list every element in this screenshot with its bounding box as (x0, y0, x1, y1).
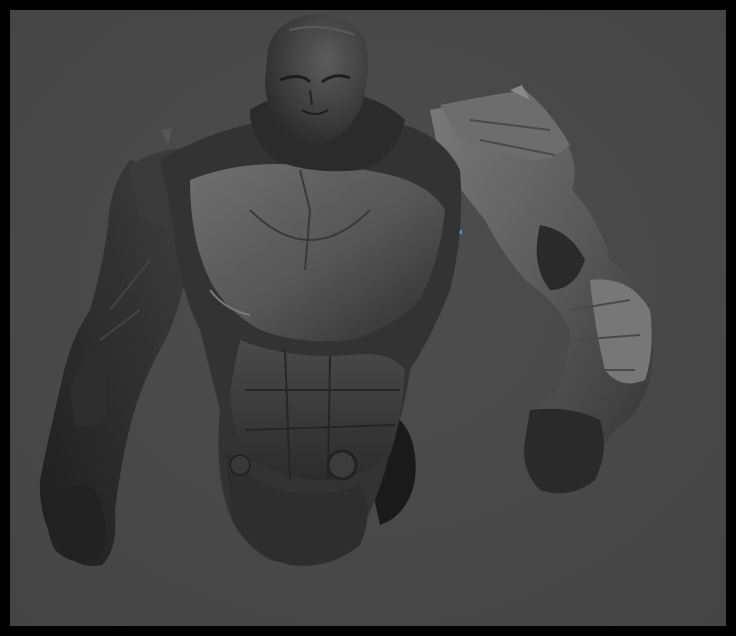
render-canvas (10, 10, 726, 626)
window-frame (0, 0, 736, 636)
render-viewport[interactable] (10, 10, 726, 626)
